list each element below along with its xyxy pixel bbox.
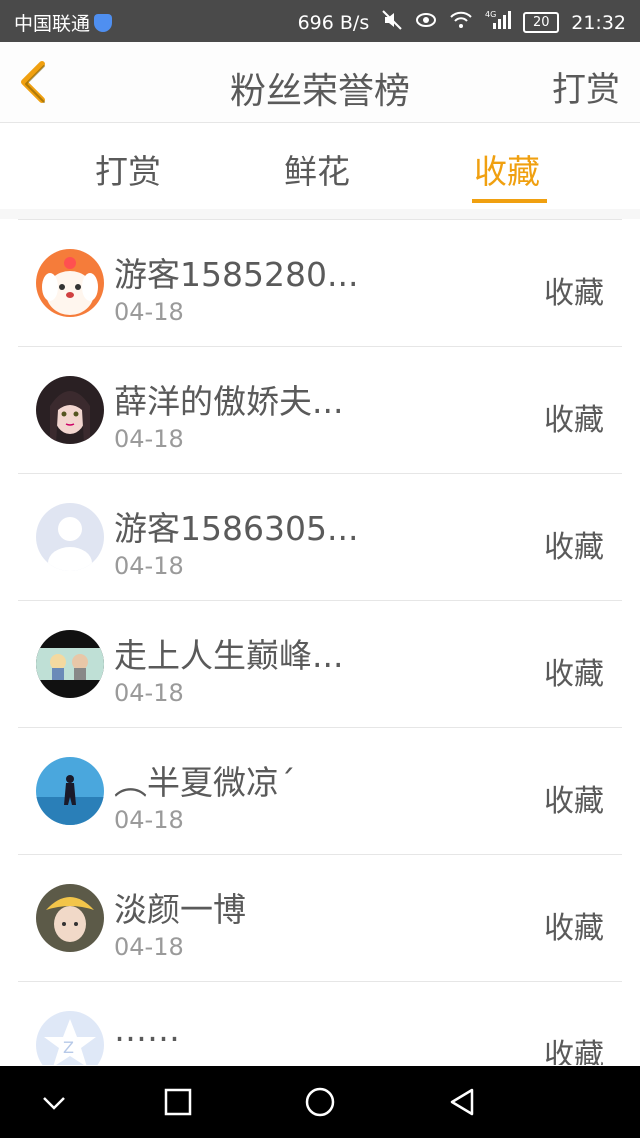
circle-icon [305, 1087, 335, 1117]
svg-text:Z: Z [63, 1038, 74, 1057]
user-name: ︵半夏微凉´ [114, 763, 296, 802]
list-item[interactable]: 薛洋的傲娇夫... 04-18 收藏 [18, 346, 622, 473]
list-item[interactable]: 游客1585280... 04-18 收藏 [18, 219, 622, 346]
app-header: 粉丝荣誉榜 打赏 [0, 42, 640, 123]
nav-hide-button[interactable] [38, 1086, 70, 1118]
avatar [36, 249, 104, 317]
avatar [36, 630, 104, 698]
date: 04-18 [114, 552, 184, 580]
avatar [36, 884, 104, 952]
eye-icon [415, 9, 437, 36]
wifi-icon [449, 9, 473, 36]
active-tab-indicator [472, 199, 547, 203]
user-name: 游客1586305... [114, 509, 359, 548]
tab-reward[interactable]: 打赏 [95, 145, 161, 193]
system-nav-bar [0, 1066, 640, 1138]
list-item[interactable]: 游客1586305... 04-18 收藏 [18, 473, 622, 600]
triangle-back-icon [450, 1088, 474, 1116]
carrier-name: 中国联通 [14, 13, 91, 35]
action-label: 收藏 [544, 276, 604, 311]
battery-level: 20 [532, 15, 550, 30]
shield-icon [94, 13, 113, 32]
action-label: 收藏 [544, 911, 604, 946]
cartoon-dog-icon [36, 249, 104, 317]
avatar: Z [36, 1011, 104, 1065]
list-item[interactable]: Z …… 收藏 [18, 981, 622, 1065]
qq-star-icon: Z [36, 1011, 104, 1065]
date: 04-18 [114, 425, 184, 453]
action-label: 收藏 [544, 1038, 604, 1065]
mute-icon [381, 9, 403, 36]
reward-button[interactable]: 打赏 [552, 62, 620, 111]
user-name: 游客1585280... [114, 255, 359, 294]
silhouette-sea-icon [36, 757, 104, 825]
action-label: 收藏 [544, 657, 604, 692]
default-user-icon [36, 503, 104, 571]
status-right: 696 B/s 4G 20 21:32 [298, 9, 626, 36]
fan-list: 游客1585280... 04-18 收藏 薛洋的傲娇夫... 04-18 收藏 [18, 219, 622, 1065]
network-speed: 696 B/s [297, 11, 370, 34]
date: 04-18 [114, 933, 184, 961]
tab-favorites[interactable]: 收藏 [474, 145, 540, 193]
user-name: 薛洋的傲娇夫... [114, 382, 344, 421]
nav-recents-button[interactable] [162, 1086, 194, 1118]
avatar [36, 757, 104, 825]
status-left: 中国联通 [14, 9, 113, 36]
battery-icon: 20 [523, 12, 560, 33]
signal-icon: 4G [485, 9, 512, 36]
network-type: 4G [485, 10, 496, 19]
nav-home-button[interactable] [304, 1086, 336, 1118]
date: 04-18 [114, 679, 184, 707]
list-item[interactable]: 走上人生巅峰... 04-18 收藏 [18, 600, 622, 727]
tabs-divider [0, 209, 640, 219]
action-label: 收藏 [544, 530, 604, 565]
person-hat-icon [36, 884, 104, 952]
action-label: 收藏 [544, 403, 604, 438]
anime-girl-icon [36, 376, 104, 444]
status-bar: 中国联通 696 B/s 4G 20 21:32 [0, 0, 640, 42]
clock: 21:32 [571, 11, 626, 34]
chevron-down-icon [43, 1097, 65, 1110]
nav-back-button[interactable] [446, 1086, 478, 1118]
user-name: 走上人生巅峰... [114, 636, 344, 675]
avatar [36, 503, 104, 571]
square-icon [164, 1088, 192, 1116]
user-name: 淡颜一博 [114, 890, 246, 929]
date: 04-18 [114, 298, 184, 326]
list-item[interactable]: 淡颜一博 04-18 收藏 [18, 854, 622, 981]
action-label: 收藏 [544, 784, 604, 819]
anime-scene-icon [36, 630, 104, 698]
avatar [36, 376, 104, 444]
page-title: 粉丝荣誉榜 [229, 71, 410, 112]
user-name: …… [114, 1010, 180, 1049]
list-item[interactable]: ︵半夏微凉´ 04-18 收藏 [18, 727, 622, 854]
tab-flowers[interactable]: 鲜花 [284, 145, 350, 193]
date: 04-18 [114, 806, 184, 834]
tab-bar: 打赏 鲜花 收藏 [0, 123, 640, 209]
